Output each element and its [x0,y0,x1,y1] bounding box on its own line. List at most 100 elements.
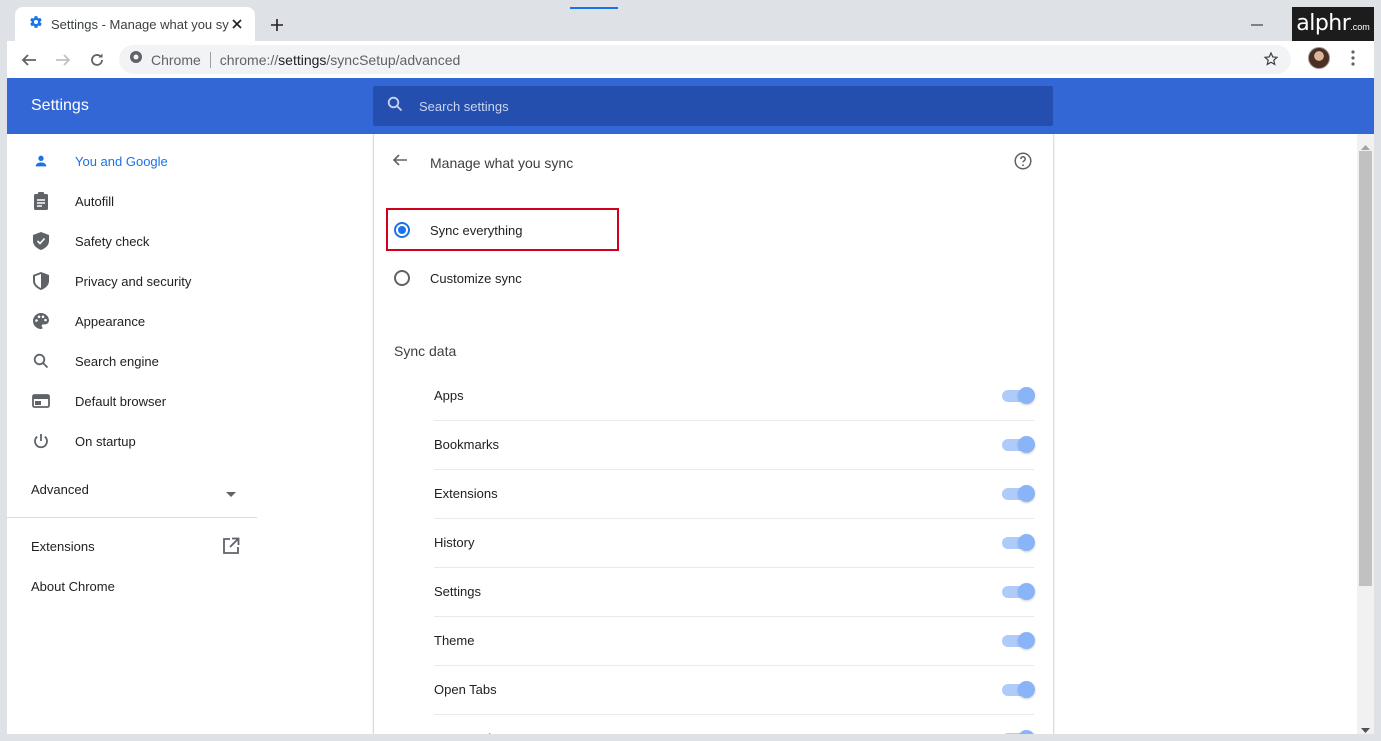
sidebar-item-extensions[interactable]: Extensions [7,526,257,566]
sidebar-item-default-browser[interactable]: Default browser [7,381,257,421]
minimize-button[interactable] [1247,15,1267,35]
sidebar-advanced-toggle[interactable]: Advanced [7,469,257,509]
url-text: chrome://settings/syncSetup/advanced [220,52,460,68]
sync-everything-option[interactable]: Sync everything [374,210,674,250]
url-prefix: chrome:// [219,51,279,68]
address-bar[interactable]: Chrome chrome://settings/syncSetup/advan… [119,45,1291,74]
sync-toggle[interactable] [1002,632,1035,649]
sync-item-row: Apps [434,372,1035,421]
sidebar-item-autofill[interactable]: Autofill [7,181,257,221]
scroll-down-arrow-icon[interactable] [1361,722,1370,733]
sync-item-label: Theme [434,633,475,648]
sidebar: You and Google Autofill Safety check Pri… [7,134,257,734]
toggle-knob [1018,730,1035,734]
sync-item-label: Settings [434,584,481,599]
sidebar-item-label: Privacy and security [75,273,192,289]
tab-drag-indicator [570,7,618,9]
customize-sync-option[interactable]: Customize sync [374,258,674,298]
sidebar-item-safety-check[interactable]: Safety check [7,221,257,261]
chrome-icon [129,50,143,69]
toggle-knob [1018,534,1035,551]
bookmark-star-icon[interactable] [1263,51,1281,69]
back-arrow-icon[interactable] [392,152,412,172]
sidebar-item-label: On startup [75,433,136,449]
url-host: settings [278,51,327,68]
shield-half-icon [31,271,51,291]
browser-window: Settings - Manage what you sync alphr .c… [7,7,1374,734]
clipboard-icon [31,191,51,211]
sidebar-item-label: Search engine [75,353,159,369]
sync-item-row: Theme [434,617,1035,666]
page-scrollbar[interactable] [1357,134,1374,734]
card-title: Manage what you sync [430,155,574,171]
radio-label: Sync everything [430,222,523,238]
profile-avatar[interactable] [1308,47,1330,69]
sync-item-row: Open Tabs [434,666,1035,715]
radio-label: Customize sync [430,270,522,286]
sync-toggle[interactable] [1002,485,1035,502]
toggle-knob [1018,583,1035,600]
sync-toggle[interactable] [1002,534,1035,551]
toggle-knob [1018,632,1035,649]
sync-toggle[interactable] [1002,436,1035,453]
radio-sync-everything[interactable] [394,222,410,238]
sync-item-row: History [434,519,1035,568]
sidebar-item-on-startup[interactable]: On startup [7,421,257,461]
search-icon [31,351,51,371]
about-label: About Chrome [31,578,115,594]
toggle-knob [1018,485,1035,502]
sidebar-item-label: Appearance [75,313,146,329]
browser-window-icon [31,391,51,411]
sidebar-item-appearance[interactable]: Appearance [7,301,257,341]
sidebar-item-about-chrome[interactable]: About Chrome [7,566,257,606]
site-chip: Chrome [151,51,201,68]
new-tab-button[interactable] [267,15,287,35]
sync-toggle[interactable] [1002,583,1035,600]
toolbar: Chrome chrome://settings/syncSetup/advan… [7,41,1374,78]
sidebar-divider [7,517,257,518]
sync-item-label: Bookmarks [434,437,500,452]
advanced-label: Advanced [31,481,89,497]
forward-button[interactable] [51,48,75,72]
sync-item-label: Open Tabs [434,682,497,697]
sidebar-item-label: Default browser [75,393,167,409]
active-tab[interactable]: Settings - Manage what you sync [15,7,255,41]
back-button[interactable] [17,48,41,72]
help-icon[interactable] [1014,152,1034,172]
close-icon[interactable] [229,16,245,32]
person-icon [31,151,51,171]
sync-item-row: Passwords [434,715,1035,734]
search-input[interactable]: Search settings [373,86,1053,126]
toggle-knob [1018,681,1035,698]
tab-strip: Settings - Manage what you sync alphr .c… [7,7,1374,41]
palette-icon [31,311,51,331]
watermark-text: alphr [1296,11,1351,36]
address-divider [209,51,211,68]
settings-header: Settings Search settings [7,78,1374,134]
chevron-down-icon [226,485,236,503]
search-icon [387,96,403,117]
sync-toggle[interactable] [1002,387,1035,404]
radio-customize-sync[interactable] [394,270,410,286]
url-path: /syncSetup/advanced [326,51,461,68]
reload-button[interactable] [85,48,109,72]
alphr-watermark: alphr .com [1292,7,1374,41]
sidebar-item-you-and-google[interactable]: You and Google [7,141,257,181]
sync-settings-card: Manage what you sync Sync everything Cus… [373,134,1054,734]
sync-item-row: Settings [434,568,1035,617]
scroll-up-arrow-icon[interactable] [1361,139,1370,150]
sidebar-item-label: Autofill [75,193,115,209]
sync-toggle[interactable] [1002,681,1035,698]
menu-kebab-icon[interactable] [1343,48,1363,68]
page-title: Settings [31,97,89,114]
sidebar-item-label: You and Google [75,153,168,169]
sidebar-item-search-engine[interactable]: Search engine [7,341,257,381]
toggle-knob [1018,387,1035,404]
open-external-icon [222,537,240,560]
card-header: Manage what you sync [374,134,1053,190]
watermark-suffix: .com [1350,22,1370,32]
extensions-label: Extensions [31,538,95,554]
sidebar-item-privacy[interactable]: Privacy and security [7,261,257,301]
scrollbar-thumb[interactable] [1359,151,1372,586]
sync-toggle[interactable] [1002,730,1035,734]
